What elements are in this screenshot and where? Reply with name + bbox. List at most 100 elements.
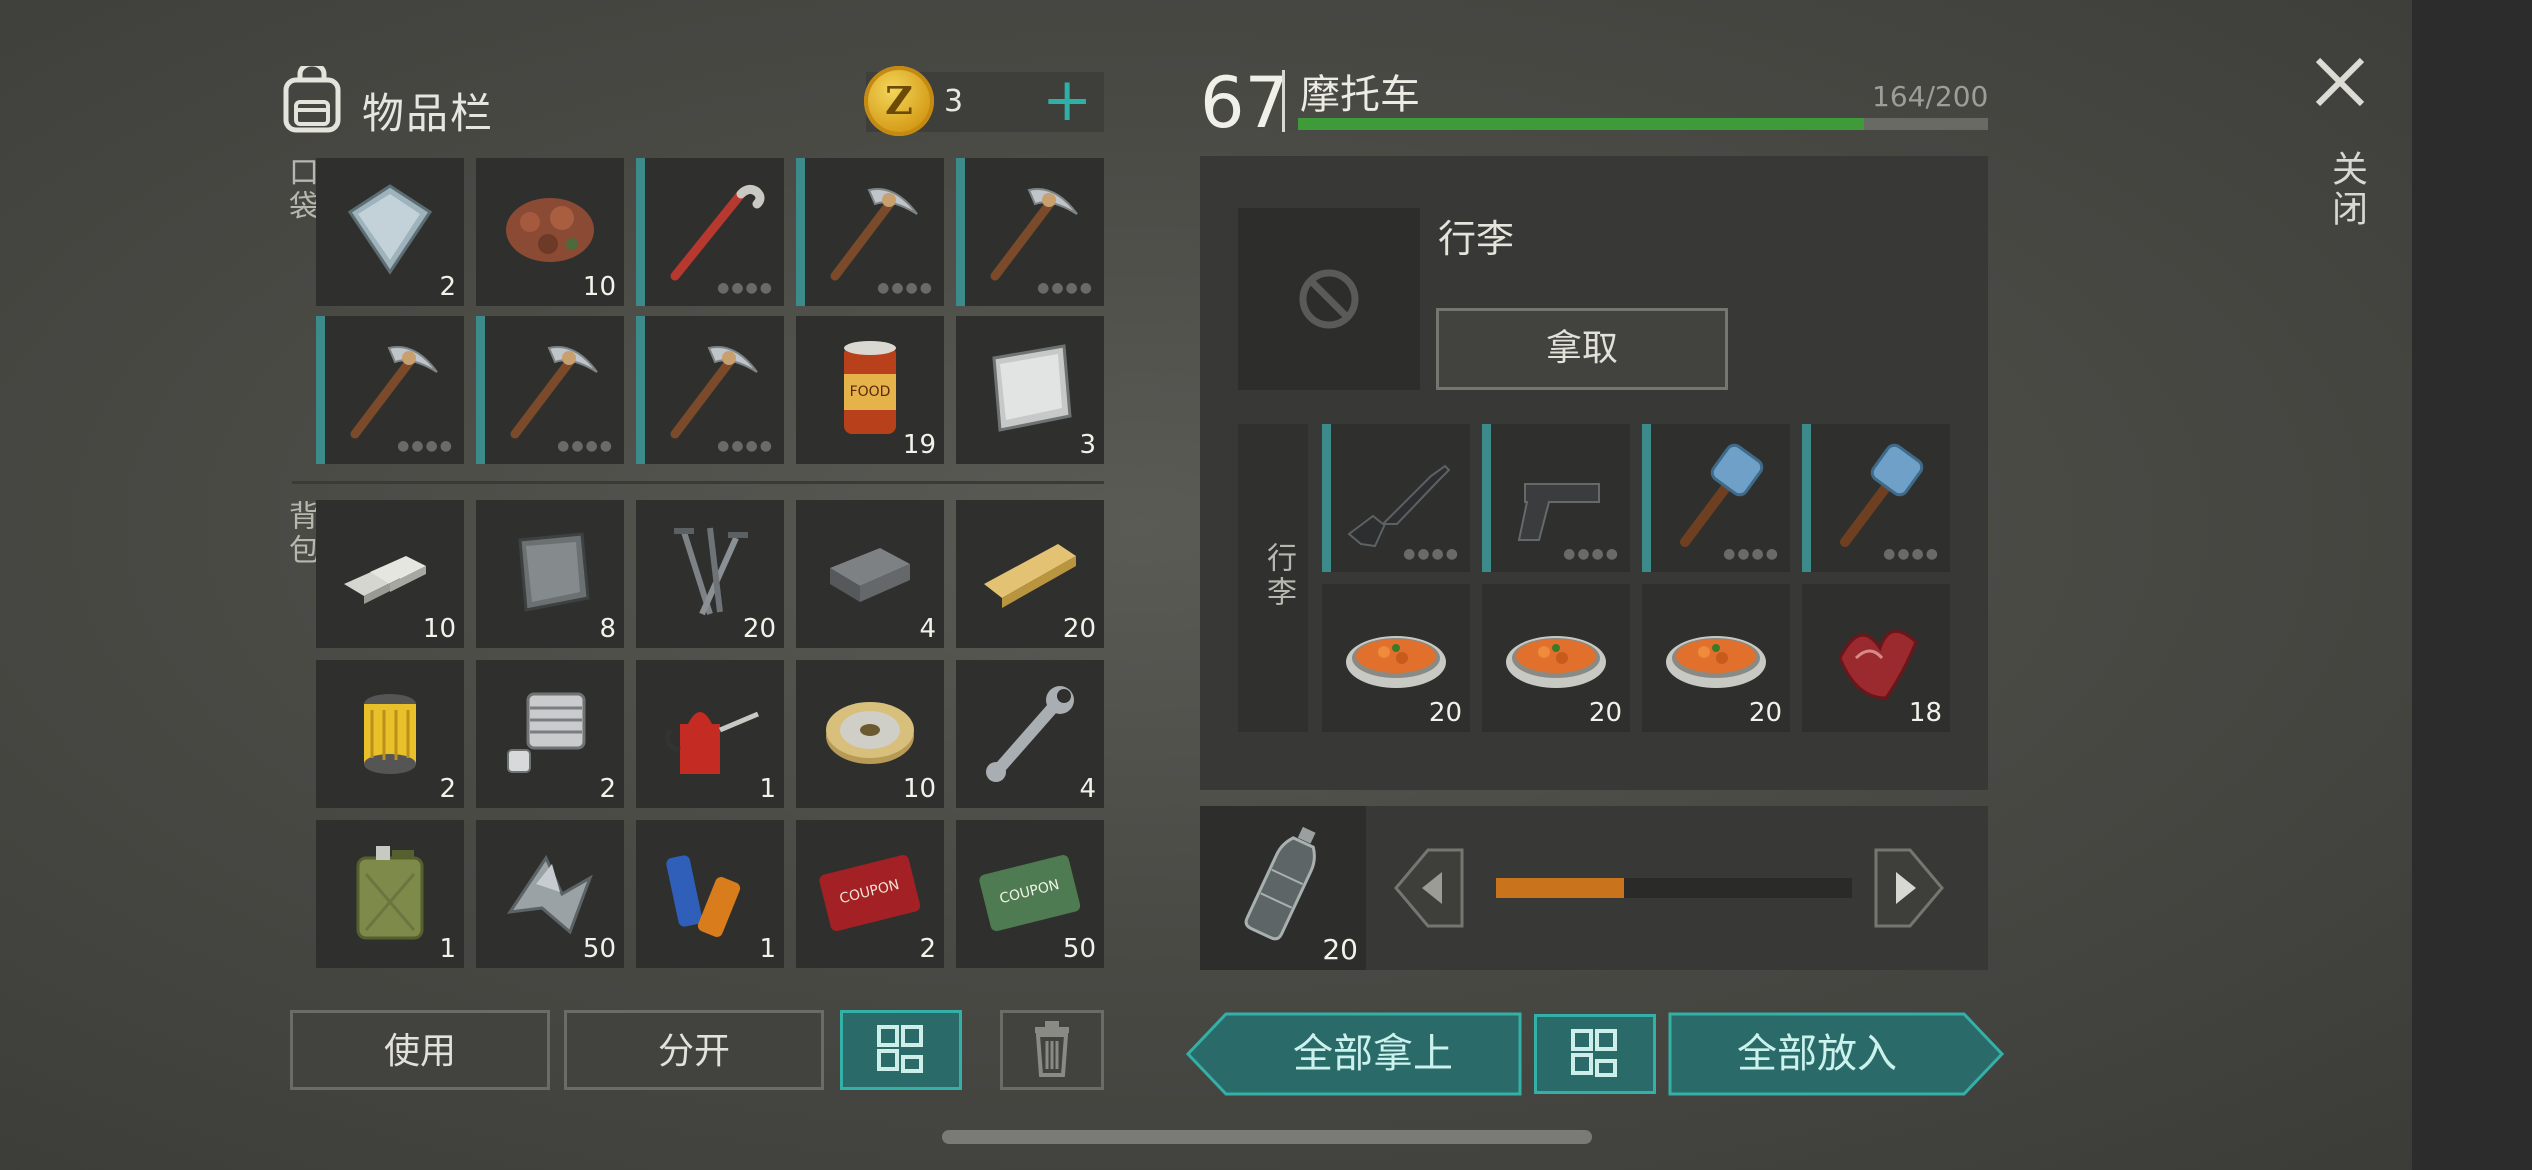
backpack-slot[interactable]: COUPON 50 [956,820,1104,968]
put-all-label: 全部放入 [1737,1031,1897,1077]
luggage-slot[interactable] [1238,208,1420,390]
item-quantity: 10 [902,774,936,804]
backpack-slot[interactable]: 20 [956,500,1104,648]
item-quantity: 50 [582,934,616,964]
item-quantity: 10 [582,272,616,302]
pocket-slot[interactable]: ●●●● [636,316,784,464]
item-quantity: 8 [599,614,616,644]
backpack-slot[interactable]: 20 [636,500,784,648]
item-quantity: 10 [422,614,456,644]
item-quantity: 20 [1748,698,1782,728]
backpack-slot[interactable]: 1 [636,660,784,808]
durability-dots: ●●●● [877,280,934,296]
item-quantity: 18 [1908,698,1942,728]
vehicle-capacity: 164/200 [1872,80,1989,113]
item-quantity: 1 [759,774,776,804]
item-quantity: 50 [1062,934,1096,964]
durability-dots: ●●●● [557,438,614,454]
pocket-slot[interactable]: ●●●● [636,158,784,306]
right-edge-strip [2412,0,2532,1170]
backpack-slot[interactable]: 1 [636,820,784,968]
backpack-slot[interactable]: 1 [316,820,464,968]
pocket-slot[interactable]: 2 [316,158,464,306]
item-quantity: 2 [439,774,456,804]
item-quantity: 20 [1062,614,1096,644]
pocket-slot[interactable]: 10 [476,158,624,306]
luggage-title: 行李 [1438,217,1515,261]
cargo-label: 行李 [1261,542,1296,610]
pocket-slot[interactable]: ●●●● [796,158,944,306]
pistol-icon [1517,483,1600,541]
close-icon[interactable] [2310,52,2370,112]
backpack-slot[interactable]: 8 [476,500,624,648]
backpack-slot[interactable]: 4 [956,660,1104,808]
home-indicator [942,1130,1592,1144]
item-quantity: 19 [902,430,936,460]
pickaxe-icon [670,346,758,439]
discard-button[interactable] [1000,1010,1104,1090]
cargo-slot[interactable]: 20 [1322,584,1470,732]
assault-rifle-icon [1346,464,1450,548]
durability-dots: ●●●● [1563,546,1620,562]
pocket-slot[interactable]: FOOD 19 [796,316,944,464]
oil-can-icon [665,711,759,774]
item-quantity: 1 [759,934,776,964]
pocket-slot[interactable]: ●●●● [956,158,1104,306]
backpack-slot[interactable]: 2 [476,660,624,808]
sort-inventory-button[interactable] [840,1010,962,1090]
grid-sort-icon [877,1025,923,1073]
pocket-slot[interactable]: 3 [956,316,1104,464]
pickaxe-icon [990,188,1078,281]
durability-dots: ●●●● [1723,546,1780,562]
sheet-metal-icon [518,532,590,612]
vehicle-name: 摩托车 [1300,72,1420,118]
iron-ingot-icon [830,548,910,602]
capacity-bar-fill [1298,118,1864,130]
backpack-slot[interactable]: 2 [316,660,464,808]
close-label[interactable]: 关闭 [2320,150,2372,230]
put-all-label-wrap: 全部放入 [1670,1014,1964,1094]
add-coins-button[interactable]: + [1042,70,1092,132]
cargo-slot[interactable]: ●●●● [1642,424,1790,572]
engine-cylinder-icon [507,692,586,773]
durability-dots: ●●●● [1403,546,1460,562]
item-quantity: 4 [1079,774,1096,804]
backpack-icon [283,66,341,133]
header-separator [1282,70,1285,132]
cargo-slot[interactable]: 20 [1482,584,1630,732]
cargo-slot[interactable]: ●●●● [1802,424,1950,572]
sort-vehicle-button[interactable] [1534,1014,1656,1094]
trash-icon [1035,1021,1069,1077]
take-button[interactable]: 拿取 [1436,308,1728,390]
item-quantity: 20 [742,614,776,644]
section-divider [292,481,1104,484]
backpack-slot[interactable]: 10 [316,500,464,648]
backpack-slot[interactable]: 50 [476,820,624,968]
vehicle-level: 67 [1200,62,1290,144]
pocket-slot[interactable]: ●●●● [316,316,464,464]
metal-plate-icon [347,184,433,275]
fuel-qty: 20 [1322,933,1358,966]
backpack-slot[interactable]: 4 [796,500,944,648]
split-button[interactable]: 分开 [564,1010,824,1090]
fuel-increase-button[interactable] [1872,846,1946,930]
pickaxe-icon [350,346,438,439]
fuel-slot[interactable]: 20 [1200,806,1366,970]
fuel-decrease-button[interactable] [1392,846,1466,930]
cargo-slot[interactable]: ●●●● [1322,424,1470,572]
cargo-slot[interactable]: 18 [1802,584,1950,732]
backpack-slot[interactable]: 10 [796,660,944,808]
pocket-slot[interactable]: ●●●● [476,316,624,464]
cargo-slot[interactable]: 20 [1642,584,1790,732]
durability-dots: ●●●● [717,438,774,454]
fuel-slider[interactable] [1496,878,1852,898]
item-quantity: 2 [919,934,936,964]
use-button[interactable]: 使用 [290,1010,550,1090]
inventory-title: 物品栏 [362,89,495,138]
cargo-slot[interactable]: ●●●● [1482,424,1630,572]
item-quantity: 20 [1588,698,1622,728]
item-quantity: 20 [1428,698,1462,728]
backpack-slot[interactable]: COUPON 2 [796,820,944,968]
wrench-icon [986,686,1074,782]
item-quantity: 2 [439,272,456,302]
